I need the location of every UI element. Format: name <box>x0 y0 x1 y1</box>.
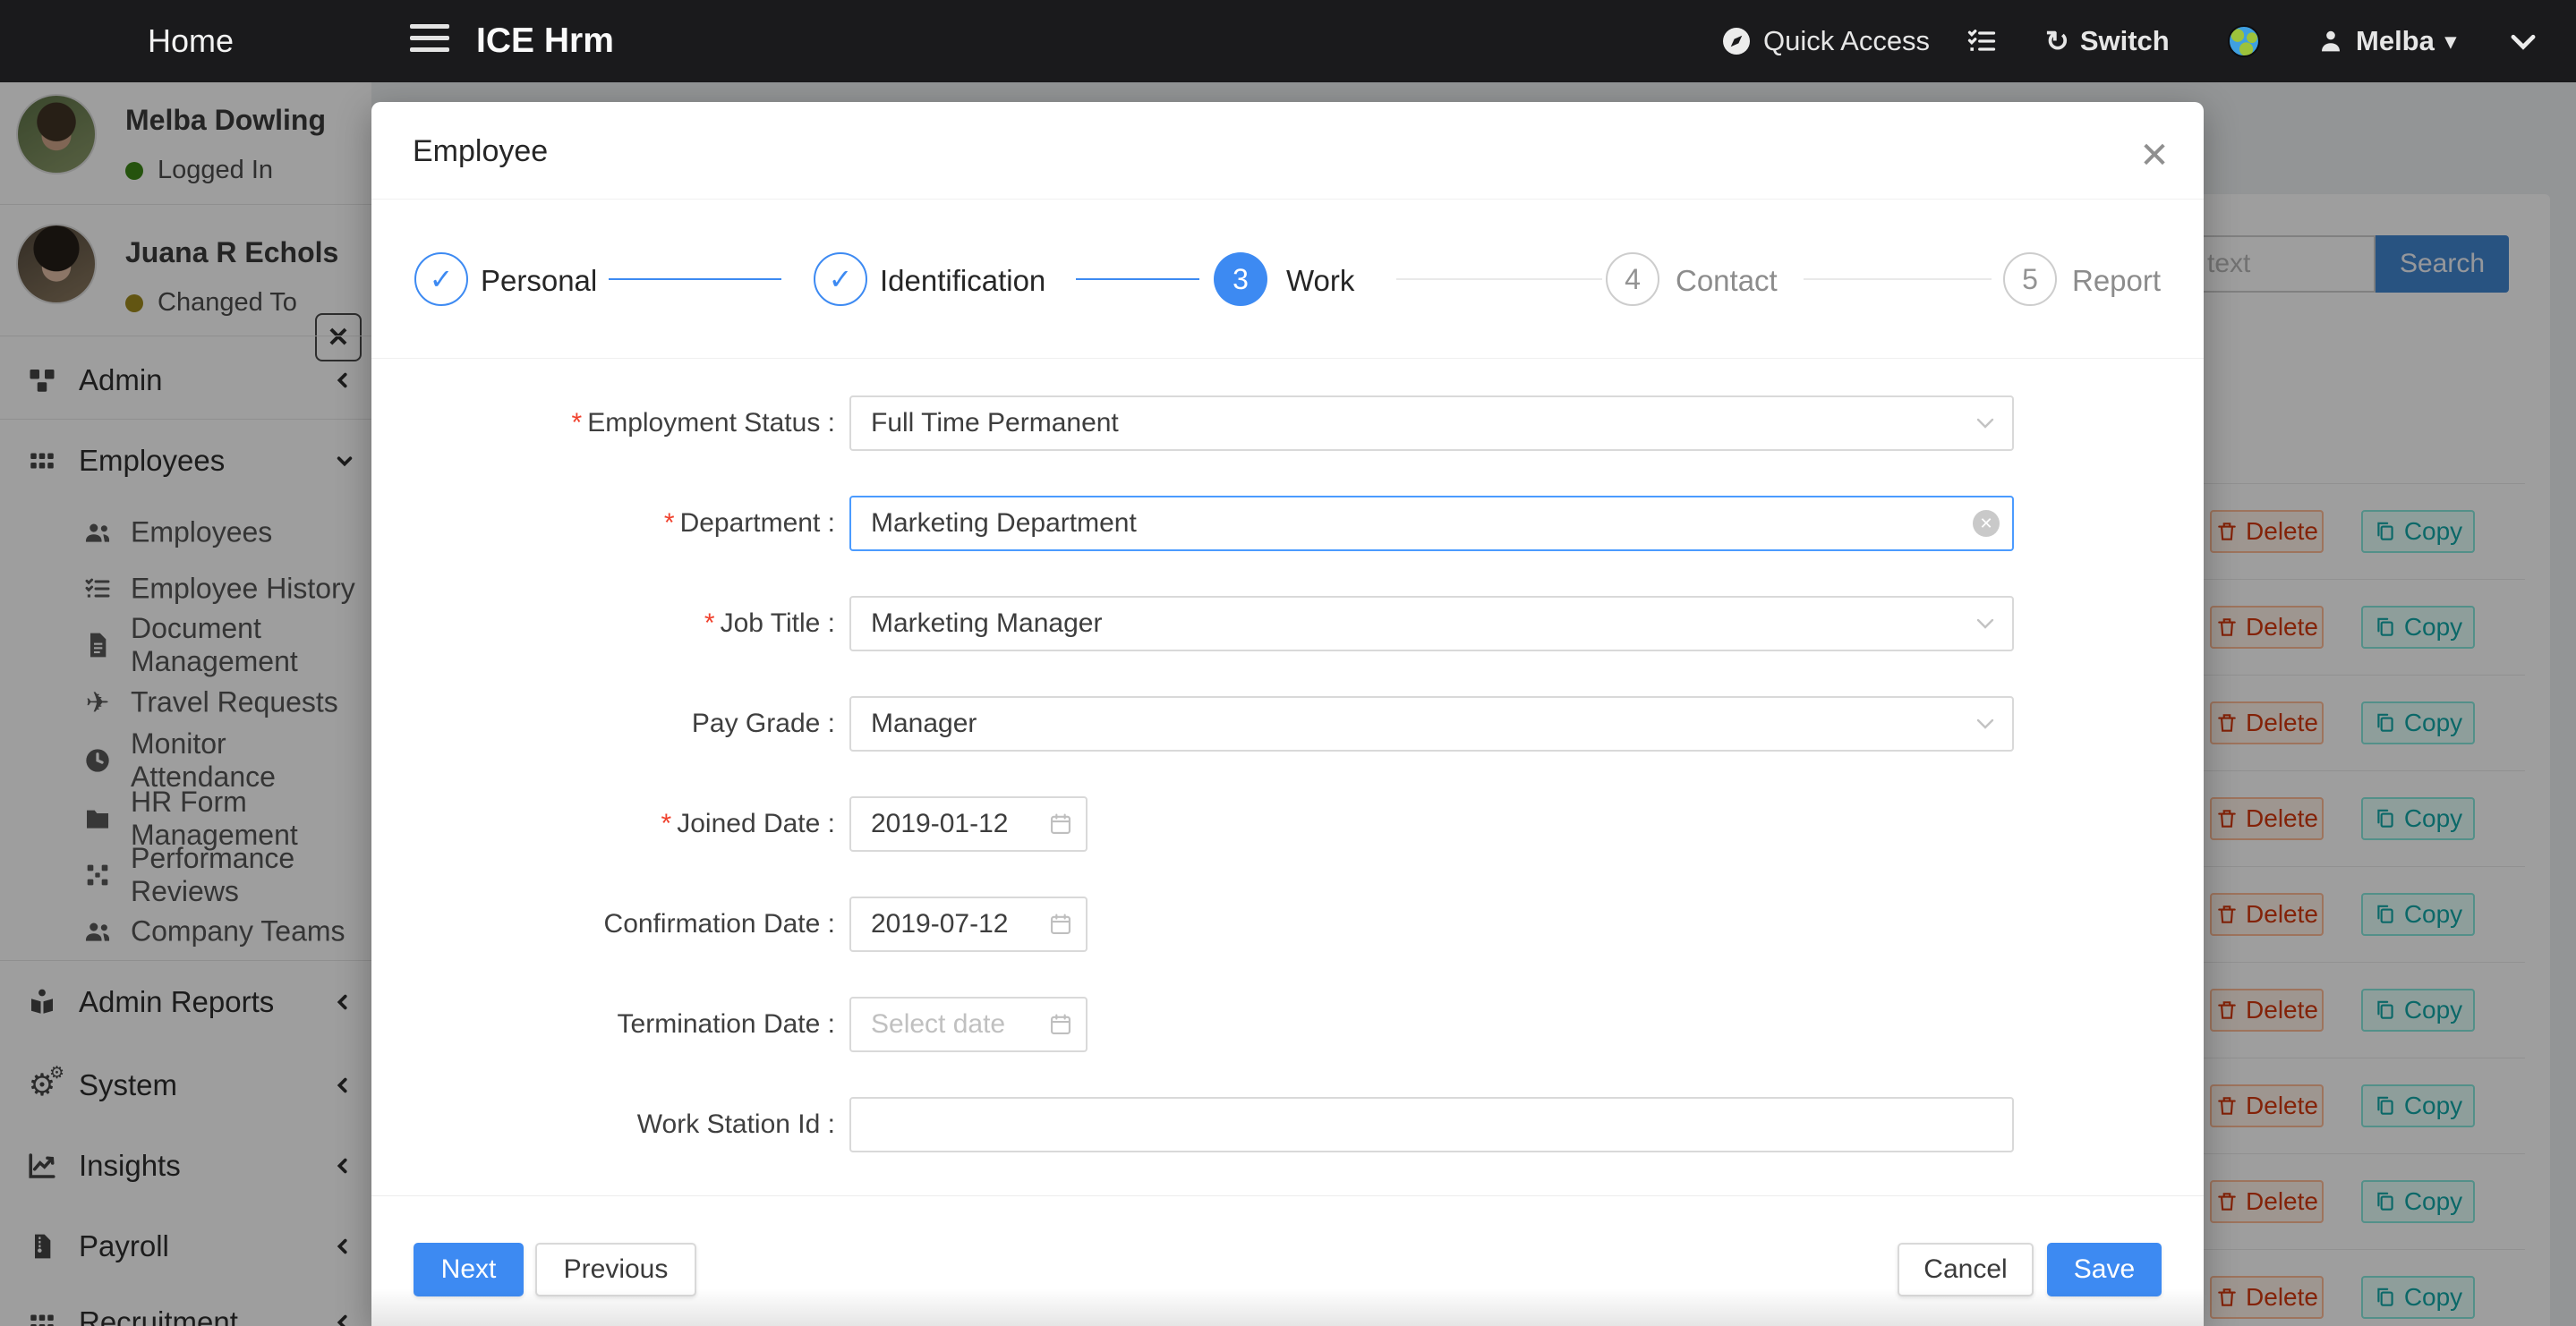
calendar-icon <box>1048 912 1073 937</box>
chevron-down-icon <box>1975 717 1996 731</box>
nav-home[interactable]: Home <box>148 0 234 82</box>
step-identification-circle[interactable]: ✓ <box>814 252 867 306</box>
hamburger-menu-icon[interactable] <box>410 24 449 58</box>
step-personal-circle[interactable]: ✓ <box>414 252 468 306</box>
chevron-down-icon <box>1975 416 1996 430</box>
pay-grade-select[interactable]: Manager <box>849 696 2014 752</box>
modal-title: Employee <box>413 134 548 169</box>
step-report-circle[interactable]: 5 <box>2003 252 2057 306</box>
step-work-circle[interactable]: 3 <box>1214 252 1267 306</box>
topbar: Home ICE Hrm Quick Access ↻ Switch <box>0 0 2576 82</box>
field-label-termination-date: Termination Date <box>371 997 835 1052</box>
confirmation-date-input[interactable]: 2019-07-12 <box>849 897 1088 952</box>
step-identification-label: Identification <box>880 264 1045 298</box>
next-button[interactable]: Next <box>414 1243 524 1296</box>
step-work-label: Work <box>1286 264 1354 298</box>
user-menu[interactable]: Melba ▾ <box>2316 0 2456 82</box>
person-icon <box>2316 27 2345 55</box>
calendar-icon <box>1048 812 1073 837</box>
screen: Home ICE Hrm Quick Access ↻ Switch <box>0 0 2576 1326</box>
quick-access-button[interactable]: Quick Access <box>1720 0 1930 82</box>
chevron-down-icon[interactable] <box>2506 0 2540 82</box>
cancel-button[interactable]: Cancel <box>1898 1243 2034 1296</box>
save-button[interactable]: Save <box>2047 1243 2162 1296</box>
field-label-pay-grade: Pay Grade <box>371 696 835 752</box>
work-station-id-input[interactable] <box>849 1097 2014 1152</box>
check-icon: ✓ <box>430 262 454 296</box>
globe-icon <box>2228 25 2260 57</box>
field-label-confirmation-date: Confirmation Date <box>371 897 835 952</box>
calendar-icon <box>1048 1012 1073 1037</box>
previous-button[interactable]: Previous <box>535 1243 696 1296</box>
field-label-work-station-id: Work Station Id <box>371 1097 835 1152</box>
job-title-select[interactable]: Marketing Manager <box>849 596 2014 651</box>
step-contact-circle[interactable]: 4 <box>1606 252 1659 306</box>
employment-status-select[interactable]: Full Time Permanent <box>849 395 2014 451</box>
switch-button[interactable]: ↻ Switch <box>2045 0 2170 82</box>
employee-modal: Employee ✕ ✓ Personal ✓ Identification 3… <box>371 102 2204 1326</box>
app-brand[interactable]: ICE Hrm <box>476 0 614 82</box>
joined-date-input[interactable]: 2019-01-12 <box>849 796 1088 852</box>
caret-down-icon: ▾ <box>2445 29 2456 55</box>
termination-date-input[interactable]: Select date <box>849 997 1088 1052</box>
language-globe-button[interactable] <box>2228 0 2260 82</box>
chevron-down-icon <box>1975 616 1996 631</box>
check-icon: ✓ <box>829 262 853 296</box>
field-label-job-title: *Job Title <box>371 596 835 651</box>
department-select[interactable]: Marketing Department ✕ <box>849 496 2014 551</box>
step-contact-label: Contact <box>1676 264 1778 298</box>
field-label-department: *Department <box>371 496 835 551</box>
compass-icon <box>1720 25 1753 57</box>
field-label-joined-date: *Joined Date <box>371 796 835 852</box>
close-icon[interactable]: ✕ <box>2128 129 2181 183</box>
task-list-icon[interactable] <box>1966 0 1998 82</box>
switch-icon: ↻ <box>2045 27 2069 55</box>
clear-icon[interactable]: ✕ <box>1973 510 2000 537</box>
step-report-label: Report <box>2072 264 2161 298</box>
field-label-employment-status: *Employment Status <box>371 395 835 451</box>
step-personal-label: Personal <box>481 264 597 298</box>
